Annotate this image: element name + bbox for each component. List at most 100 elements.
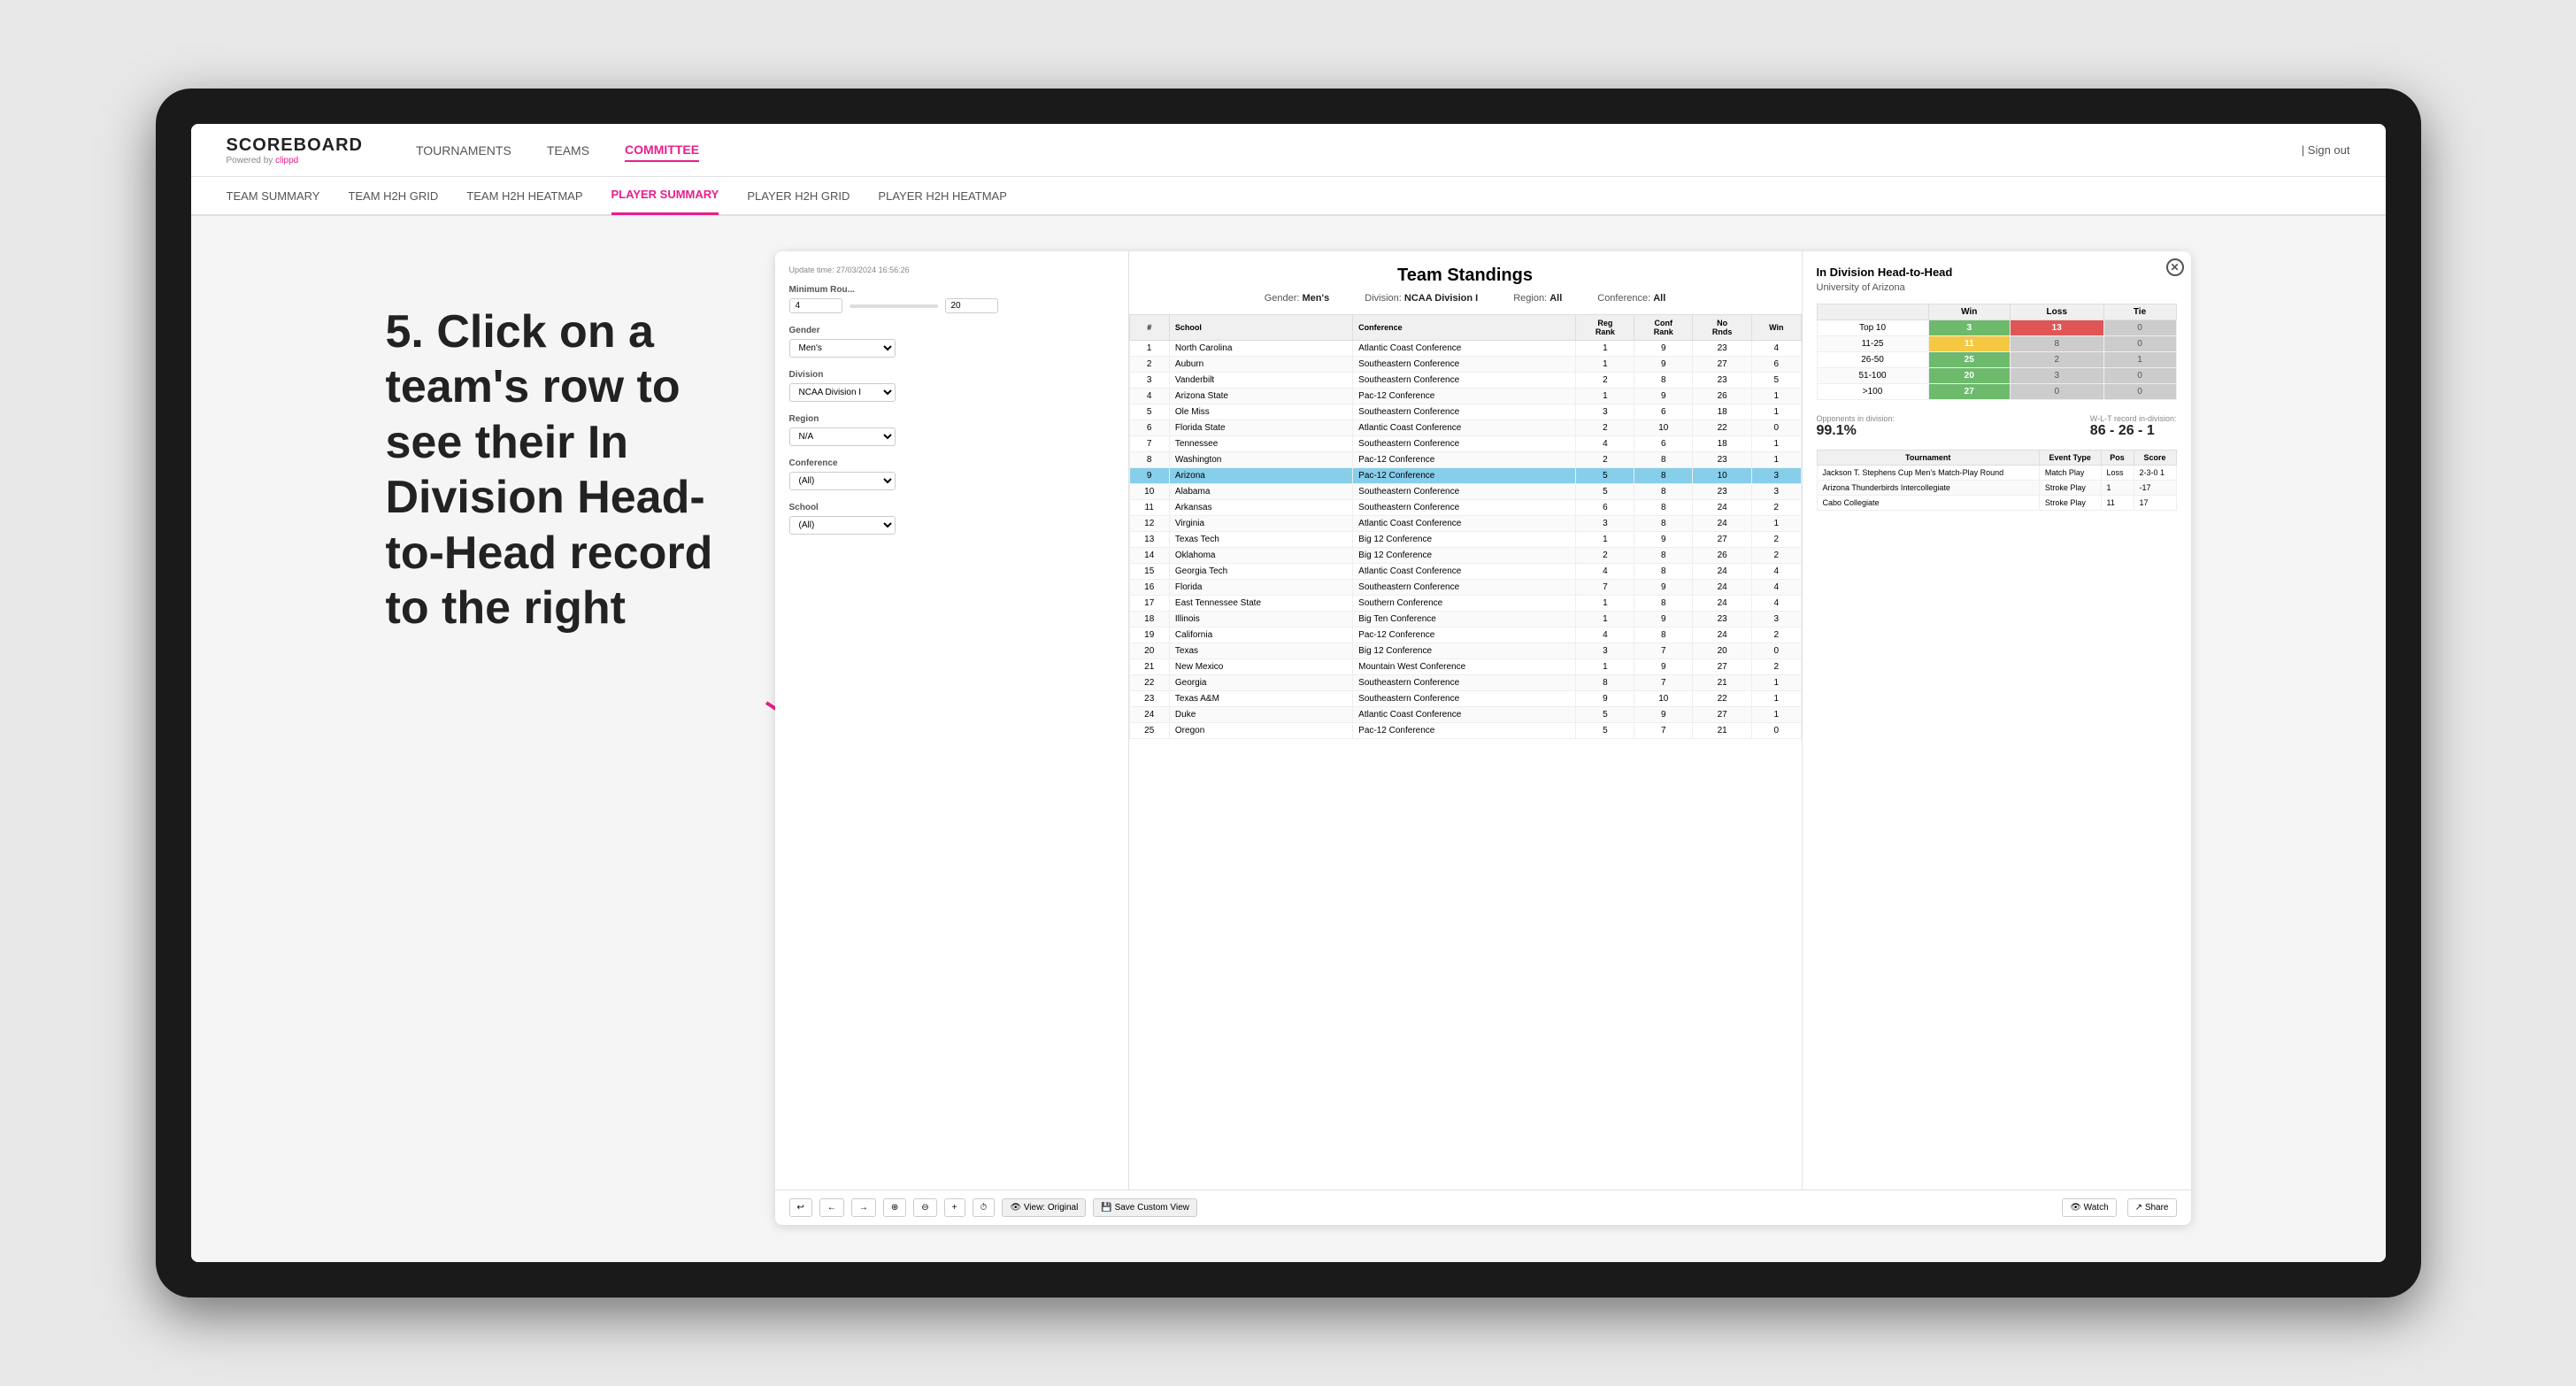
table-row[interactable]: 22 Georgia Southeastern Conference 8 7 2… [1129, 675, 1801, 691]
table-row[interactable]: 24 Duke Atlantic Coast Conference 5 9 27… [1129, 707, 1801, 723]
sub-nav-player-h2h-grid[interactable]: PLAYER H2H GRID [747, 176, 850, 215]
tourn-name: Arizona Thunderbirds Intercollegiate [1817, 481, 2039, 496]
h2h-row-26-50[interactable]: 26-50 25 2 1 [1817, 352, 2176, 368]
h2h-row-11-25[interactable]: 11-25 11 8 0 [1817, 336, 2176, 352]
cell-win: 2 [1752, 500, 1801, 516]
cell-reg-rank: 4 [1576, 436, 1634, 452]
max-rounds-input[interactable] [945, 298, 998, 313]
h2h-label-top10: Top 10 [1817, 320, 1928, 336]
table-row[interactable]: 12 Virginia Atlantic Coast Conference 3 … [1129, 516, 1801, 532]
table-row[interactable]: 5 Ole Miss Southeastern Conference 3 6 1… [1129, 404, 1801, 420]
h2h-win-11-25: 11 [1928, 336, 2010, 352]
cell-school: Duke [1169, 707, 1352, 723]
nav-tournaments[interactable]: TOURNAMENTS [416, 140, 511, 161]
opponents-pct-value: 99.1% [1817, 423, 1895, 439]
cell-school: North Carolina [1169, 341, 1352, 357]
cell-conference: Big Ten Conference [1353, 612, 1576, 628]
th-reg-rank: RegRank [1576, 315, 1634, 341]
table-row[interactable]: 1 North Carolina Atlantic Coast Conferen… [1129, 341, 1801, 357]
back-button[interactable]: ← [819, 1198, 844, 1217]
zoom-out-button[interactable]: ⊖ [913, 1198, 936, 1217]
filter-division-select[interactable]: NCAA Division I [789, 383, 896, 402]
filter-gender-select[interactable]: Men's [789, 339, 896, 358]
cell-rank: 18 [1129, 612, 1169, 628]
cell-school: Tennessee [1169, 436, 1352, 452]
table-row[interactable]: 3 Vanderbilt Southeastern Conference 2 8… [1129, 373, 1801, 389]
cell-conf-rank: 8 [1634, 564, 1693, 580]
table-row[interactable]: 11 Arkansas Southeastern Conference 6 8 … [1129, 500, 1801, 516]
slider-track[interactable] [850, 304, 938, 308]
tourn-score: -17 [2134, 481, 2176, 496]
sub-nav-team-h2h-heatmap[interactable]: TEAM H2H HEATMAP [466, 176, 582, 215]
cell-rank: 13 [1129, 532, 1169, 548]
forward-button[interactable]: → [851, 1198, 876, 1217]
sign-out-button[interactable]: | Sign out [2302, 143, 2350, 157]
table-area: Team Standings Gender: Men's Division: N… [1129, 251, 1802, 1190]
h2h-loss-top10: 13 [2010, 320, 2103, 336]
cell-school: Washington [1169, 452, 1352, 468]
h2h-th-range [1817, 304, 1928, 320]
nav-committee[interactable]: COMMITTEE [625, 139, 699, 162]
table-row[interactable]: 14 Oklahoma Big 12 Conference 2 8 26 2 [1129, 548, 1801, 564]
table-row[interactable]: 15 Georgia Tech Atlantic Coast Conferenc… [1129, 564, 1801, 580]
min-rounds-input[interactable] [789, 298, 842, 313]
table-row[interactable]: 16 Florida Southeastern Conference 7 9 2… [1129, 580, 1801, 596]
watch-button[interactable]: 👁 Watch [2062, 1198, 2116, 1217]
save-custom-button[interactable]: 💾 Save Custom View [1093, 1198, 1197, 1217]
share-button[interactable]: ↗ Share [2127, 1198, 2177, 1217]
h2h-row-top10[interactable]: Top 10 3 13 0 [1817, 320, 2176, 336]
sub-nav-team-summary[interactable]: TEAM SUMMARY [227, 176, 320, 215]
filter-school-select[interactable]: (All) [789, 516, 896, 535]
sub-nav-player-summary[interactable]: PLAYER SUMMARY [611, 176, 719, 215]
zoom-in-button[interactable]: ⊕ [883, 1198, 906, 1217]
cell-conference: Pac-12 Conference [1353, 452, 1576, 468]
table-row[interactable]: 18 Illinois Big Ten Conference 1 9 23 3 [1129, 612, 1801, 628]
tourn-pos: 11 [2101, 496, 2134, 511]
nav-teams[interactable]: TEAMS [547, 140, 589, 161]
table-row[interactable]: 21 New Mexico Mountain West Conference 1… [1129, 659, 1801, 675]
view-original-button[interactable]: 👁 View: Original [1002, 1198, 1086, 1217]
tournament-row: Arizona Thunderbirds Intercollegiate Str… [1817, 481, 2176, 496]
table-row[interactable]: 20 Texas Big 12 Conference 3 7 20 0 [1129, 643, 1801, 659]
clock-button[interactable]: ⏱ [973, 1198, 996, 1217]
table-row[interactable]: 7 Tennessee Southeastern Conference 4 6 … [1129, 436, 1801, 452]
cell-conference: Southeastern Conference [1353, 404, 1576, 420]
cell-no-rnds: 27 [1693, 707, 1752, 723]
table-row[interactable]: 9 Arizona Pac-12 Conference 5 8 10 3 [1129, 468, 1801, 484]
cell-conf-rank: 6 [1634, 404, 1693, 420]
table-row[interactable]: 25 Oregon Pac-12 Conference 5 7 21 0 [1129, 723, 1801, 739]
filter-region-label: Region [789, 414, 1114, 424]
close-h2h-button[interactable]: ✕ [2166, 258, 2184, 276]
table-row[interactable]: 19 California Pac-12 Conference 4 8 24 2 [1129, 628, 1801, 643]
th-conf-rank: ConfRank [1634, 315, 1693, 341]
h2h-row-51-100[interactable]: 51-100 20 3 0 [1817, 368, 2176, 384]
filter-conference-select[interactable]: (All) [789, 472, 896, 490]
cell-win: 1 [1752, 452, 1801, 468]
cell-school: Alabama [1169, 484, 1352, 500]
table-row[interactable]: 2 Auburn Southeastern Conference 1 9 27 … [1129, 357, 1801, 373]
cell-school: Arkansas [1169, 500, 1352, 516]
sub-nav-player-h2h-heatmap[interactable]: PLAYER H2H HEATMAP [878, 176, 1006, 215]
table-row[interactable]: 4 Arizona State Pac-12 Conference 1 9 26… [1129, 389, 1801, 404]
cell-reg-rank: 2 [1576, 373, 1634, 389]
sub-nav-team-h2h-grid[interactable]: TEAM H2H GRID [348, 176, 438, 215]
filter-region-select[interactable]: N/A [789, 427, 896, 446]
record-label: W-L-T record in-division: [2090, 414, 2177, 423]
cell-reg-rank: 1 [1576, 532, 1634, 548]
cell-win: 1 [1752, 707, 1801, 723]
tourn-th-pos: Pos [2101, 450, 2134, 466]
cell-conference: Big 12 Conference [1353, 532, 1576, 548]
table-row[interactable]: 6 Florida State Atlantic Coast Conferenc… [1129, 420, 1801, 436]
table-row[interactable]: 17 East Tennessee State Southern Confere… [1129, 596, 1801, 612]
table-row[interactable]: 23 Texas A&M Southeastern Conference 9 1… [1129, 691, 1801, 707]
table-row[interactable]: 13 Texas Tech Big 12 Conference 1 9 27 2 [1129, 532, 1801, 548]
meta-conference: Conference: All [1597, 293, 1665, 304]
undo-button[interactable]: ↩ [789, 1198, 812, 1217]
app-container: Update time: 27/03/2024 16:56:26 Minimum… [775, 251, 2191, 1225]
tourn-th-type: Event Type [2039, 450, 2101, 466]
table-row[interactable]: 8 Washington Pac-12 Conference 2 8 23 1 [1129, 452, 1801, 468]
h2h-row-100plus[interactable]: >100 27 0 0 [1817, 384, 2176, 400]
cell-no-rnds: 22 [1693, 691, 1752, 707]
add-button[interactable]: + [944, 1198, 965, 1217]
table-row[interactable]: 10 Alabama Southeastern Conference 5 8 2… [1129, 484, 1801, 500]
